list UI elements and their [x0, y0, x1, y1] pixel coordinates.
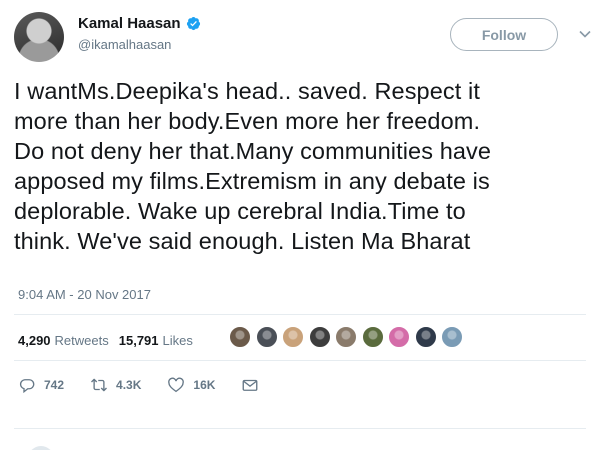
avatar[interactable] [14, 12, 64, 62]
envelope-icon[interactable] [241, 376, 259, 394]
liker-avatar[interactable] [335, 326, 357, 348]
tweet-text-line: apposed my films.Extremism in any debate… [14, 168, 490, 194]
like-action[interactable]: 16K [167, 376, 215, 394]
liker-avatar[interactable] [414, 326, 437, 348]
tweet-text-line: more than her body.Even more her freedom… [14, 108, 481, 134]
liker-avatar[interactable] [229, 326, 251, 348]
chevron-down-icon[interactable] [578, 27, 592, 41]
verified-badge-icon [186, 16, 200, 31]
follow-button[interactable]: Follow [450, 18, 558, 51]
tweet-stats: 4,290 Retweets 15,791 Likes [18, 333, 203, 348]
tweet-text-line: think. We've said enough. Listen Ma Bhar… [14, 228, 471, 254]
retweet-action[interactable]: 4.3K [90, 376, 141, 394]
likes-label[interactable]: Likes [163, 333, 193, 348]
reply-avatar[interactable] [28, 446, 54, 450]
reply-action[interactable]: 742 [18, 376, 64, 394]
tweet-actions: 742 4.3K 16K [18, 376, 285, 394]
like-count: 16K [193, 378, 216, 392]
liker-avatar[interactable] [441, 326, 463, 348]
retweets-label[interactable]: Retweets [55, 333, 109, 348]
tweet-text-line: deplorable. Wake up cerebral India.Time … [14, 198, 466, 224]
divider [14, 360, 586, 361]
divider [14, 428, 586, 429]
liker-avatar[interactable] [308, 326, 331, 348]
retweets-count[interactable]: 4,290 [18, 333, 51, 348]
likes-count[interactable]: 15,791 [119, 333, 159, 348]
liker-avatar[interactable] [361, 326, 384, 348]
divider [14, 314, 586, 315]
display-name[interactable]: Kamal Haasan [78, 15, 181, 32]
tweet-text-line: Do not deny her that.Many communities ha… [14, 138, 492, 164]
liker-avatar[interactable] [255, 326, 278, 348]
user-handle[interactable]: @ikamalhaasan [78, 37, 171, 52]
direct-message-action[interactable] [241, 376, 259, 394]
reply-count: 742 [44, 378, 65, 392]
tweet-text: I wantMs.Deepika's head.. saved. Respect… [14, 76, 594, 256]
tweet-timestamp[interactable]: 9:04 AM - 20 Nov 2017 [18, 287, 151, 302]
reply-icon[interactable] [18, 376, 36, 394]
tweet-card: Kamal Haasan @ikamalhaasan Follow I want… [0, 0, 600, 450]
retweet-icon[interactable] [90, 376, 108, 394]
heart-icon[interactable] [167, 376, 185, 394]
tweet-text-line: I wantMs.Deepika's head.. saved. Respect… [14, 78, 480, 104]
liker-avatar[interactable] [388, 326, 410, 348]
liker-avatar[interactable] [282, 326, 304, 348]
retweet-count: 4.3K [116, 378, 142, 392]
liker-avatars [229, 326, 468, 348]
name-row: Kamal Haasan [78, 15, 201, 32]
